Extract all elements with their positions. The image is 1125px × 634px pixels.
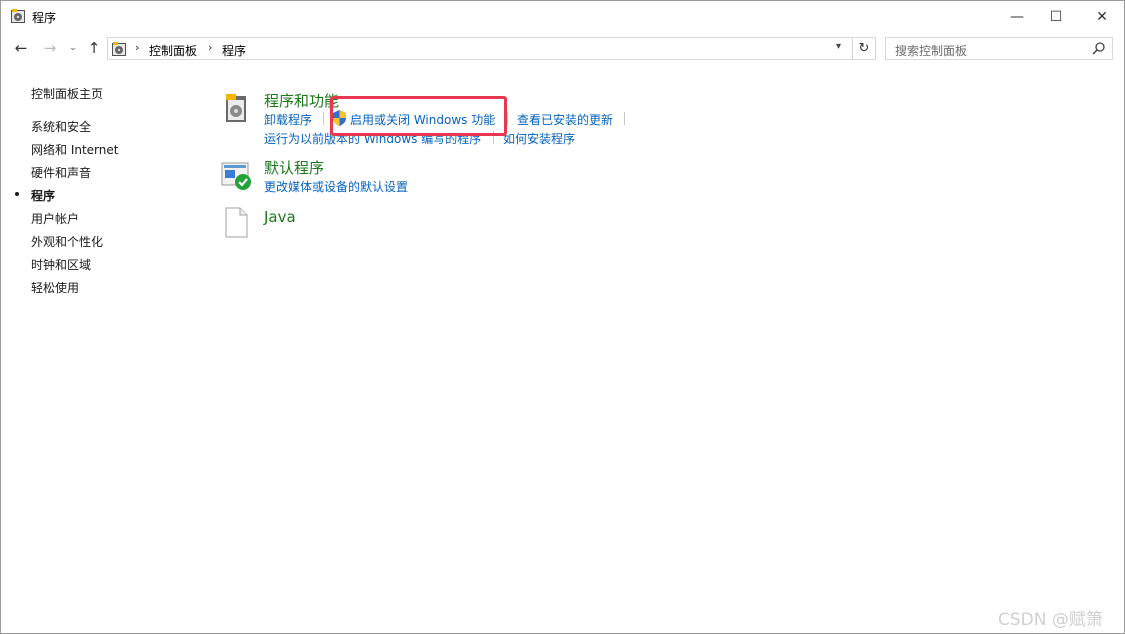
recent-locations-button[interactable]: ⌄	[65, 37, 81, 59]
default-programs-title[interactable]: 默认程序	[264, 157, 324, 178]
change-default-settings-link[interactable]: 更改媒体或设备的默认设置	[264, 178, 408, 195]
search-input[interactable]: 搜索控制面板	[885, 37, 1113, 60]
forward-button[interactable]: →	[39, 37, 61, 59]
link-separator	[507, 112, 508, 125]
programs-features-title[interactable]: 程序和功能	[264, 90, 339, 111]
window-title: 程序	[32, 11, 57, 25]
navigation-bar: ← → ⌄ ↑ › 控制面板 › 程序 ▾ ↻ 搜索控制面板	[1, 33, 1124, 63]
sidebar-item-user-accounts[interactable]: 用户帐户	[31, 210, 79, 227]
uninstall-program-link[interactable]: 卸载程序	[264, 111, 312, 128]
minimize-icon: —	[1010, 8, 1024, 25]
refresh-button[interactable]: ↻	[853, 37, 876, 60]
search-placeholder: 搜索控制面板	[895, 44, 968, 58]
control-panel-window: 程序 — ☐ ✕ ← → ⌄ ↑ › 控制面板 › 程序 ▾ ↻ 搜索控制面板	[0, 0, 1125, 634]
sidebar-item-ease-of-access[interactable]: 轻松使用	[31, 279, 79, 296]
close-icon: ✕	[1096, 8, 1108, 25]
address-bar[interactable]: › 控制面板 › 程序 ▾	[107, 37, 853, 60]
default-programs-icon	[221, 162, 251, 190]
sidebar-item-hardware-sound[interactable]: 硬件和声音	[31, 164, 91, 181]
breadcrumb-programs[interactable]: 程序	[222, 42, 246, 59]
maximize-icon: ☐	[1049, 8, 1063, 25]
java-file-icon	[225, 207, 248, 238]
arrow-left-icon: ←	[14, 39, 28, 57]
sidebar-item-programs[interactable]: 程序	[31, 187, 55, 204]
arrow-right-icon: →	[43, 39, 57, 57]
sidebar-item-clock-region[interactable]: 时钟和区域	[31, 256, 91, 273]
selected-bullet-icon	[15, 192, 19, 196]
sidebar-item-appearance[interactable]: 外观和个性化	[31, 233, 103, 250]
view-installed-updates-link[interactable]: 查看已安装的更新	[517, 111, 613, 128]
up-button[interactable]: ↑	[83, 37, 105, 59]
back-button[interactable]: ←	[10, 37, 32, 59]
arrow-up-icon: ↑	[87, 39, 101, 57]
watermark: CSDN @赋箫	[998, 610, 1103, 630]
programs-features-icon	[226, 94, 246, 122]
link-separator	[624, 112, 625, 125]
link-separator	[323, 112, 324, 125]
chevron-down-icon: ⌄	[69, 43, 77, 53]
programs-icon	[11, 9, 25, 23]
search-icon[interactable]	[1092, 42, 1105, 55]
refresh-icon: ↻	[858, 41, 870, 56]
highlight-box	[330, 96, 507, 136]
java-title[interactable]: Java	[264, 208, 296, 226]
programs-icon	[112, 42, 126, 56]
how-to-install-link[interactable]: 如何安装程序	[503, 130, 575, 147]
title-bar: 程序 — ☐ ✕	[1, 1, 1124, 32]
chevron-down-icon[interactable]: ▾	[836, 41, 841, 52]
chevron-right-icon[interactable]: ›	[208, 41, 212, 54]
close-button[interactable]: ✕	[1079, 1, 1124, 32]
sidebar-item-system-security[interactable]: 系统和安全	[31, 118, 91, 135]
maximize-button[interactable]: ☐	[1033, 1, 1079, 32]
sidebar-item-control-panel-home[interactable]: 控制面板主页	[31, 85, 103, 102]
chevron-right-icon[interactable]: ›	[135, 41, 139, 54]
breadcrumb-control-panel[interactable]: 控制面板	[149, 42, 197, 59]
sidebar-item-network-internet[interactable]: 网络和 Internet	[31, 141, 118, 158]
